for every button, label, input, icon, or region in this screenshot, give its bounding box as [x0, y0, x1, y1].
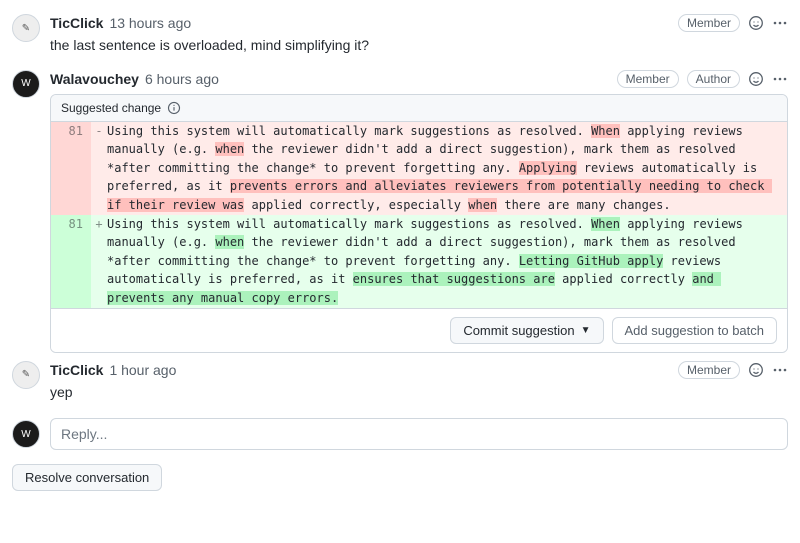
avatar[interactable]: W	[12, 420, 40, 448]
comment-time: 1 hour ago	[109, 362, 176, 378]
comment: W Walavouchey 6 hours ago Member Author	[12, 70, 788, 353]
comment-author[interactable]: Walavouchey	[50, 71, 139, 87]
avatar[interactable]: W	[12, 70, 40, 98]
commit-suggestion-label: Commit suggestion	[463, 323, 574, 338]
line-number: 81	[51, 122, 91, 215]
member-badge: Member	[678, 14, 740, 32]
add-reaction-icon[interactable]	[748, 71, 764, 87]
add-reaction-icon[interactable]	[748, 15, 764, 31]
resolve-conversation-button[interactable]: Resolve conversation	[12, 464, 162, 491]
comment-body: yep	[50, 383, 788, 403]
comment-time: 6 hours ago	[145, 71, 219, 87]
member-badge: Member	[617, 70, 679, 88]
diff-deletion-row: 81 - Using this system will automaticall…	[51, 122, 787, 215]
diff-addition-row: 81 + Using this system will automaticall…	[51, 215, 787, 308]
comment-author[interactable]: TicClick	[50, 362, 103, 378]
kebab-menu-icon[interactable]	[772, 362, 788, 378]
kebab-menu-icon[interactable]	[772, 15, 788, 31]
line-number: 81	[51, 215, 91, 308]
comment: ✎ TicClick 1 hour ago Member yep	[12, 361, 788, 409]
diff-marker: -	[91, 122, 107, 215]
member-badge: Member	[678, 361, 740, 379]
author-badge: Author	[687, 70, 740, 88]
comment-body: the last sentence is overloaded, mind si…	[50, 36, 788, 56]
avatar[interactable]: ✎	[12, 14, 40, 42]
chevron-down-icon: ▼	[581, 325, 591, 336]
diff-code-old: Using this system will automatically mar…	[107, 122, 787, 215]
reply-row: W	[12, 418, 788, 450]
diff-code-new: Using this system will automatically mar…	[107, 215, 787, 308]
comment-time: 13 hours ago	[109, 15, 191, 31]
info-icon[interactable]	[167, 101, 181, 115]
add-reaction-icon[interactable]	[748, 362, 764, 378]
reply-input[interactable]	[50, 418, 788, 450]
avatar[interactable]: ✎	[12, 361, 40, 389]
diff: 81 - Using this system will automaticall…	[51, 122, 787, 308]
kebab-menu-icon[interactable]	[772, 71, 788, 87]
comment-author[interactable]: TicClick	[50, 15, 103, 31]
comment: ✎ TicClick 13 hours ago Member the last …	[12, 14, 788, 62]
suggested-change-title: Suggested change	[61, 101, 161, 115]
commit-suggestion-button[interactable]: Commit suggestion ▼	[450, 317, 603, 344]
diff-marker: +	[91, 215, 107, 308]
suggested-change-block: Suggested change 81 - Using this system …	[50, 94, 788, 353]
add-suggestion-to-batch-button[interactable]: Add suggestion to batch	[612, 317, 778, 344]
